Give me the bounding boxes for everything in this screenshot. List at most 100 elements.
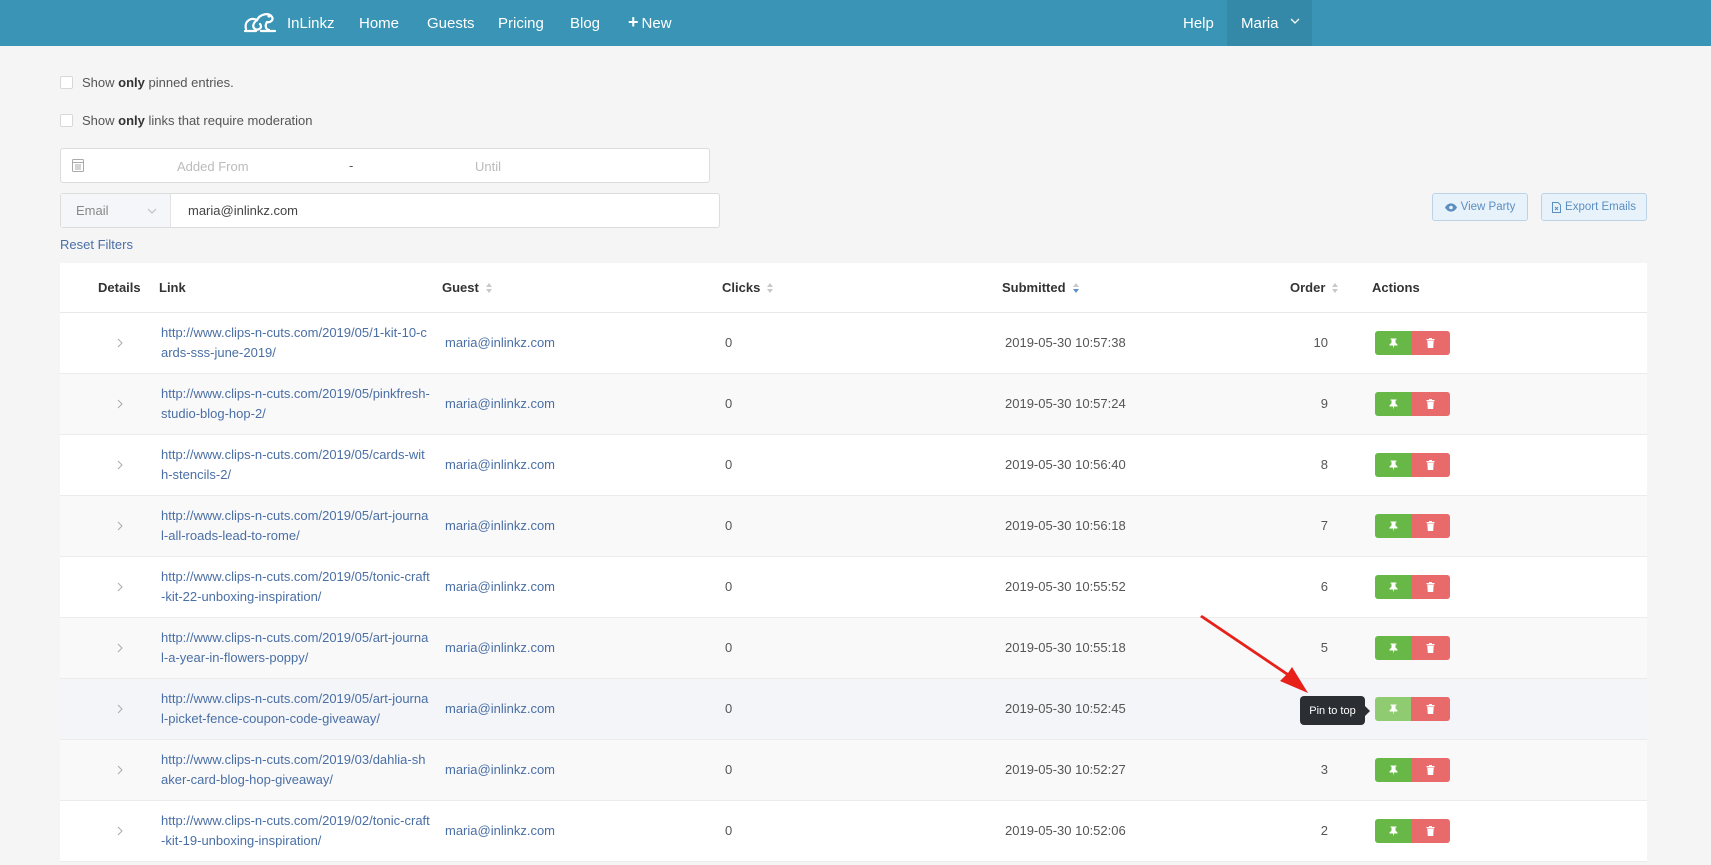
expand-details-chevron-icon[interactable]: [116, 459, 124, 471]
guest-email[interactable]: maria@inlinkz.com: [445, 701, 555, 716]
thumbtack-icon: [1389, 460, 1397, 470]
click-count: 0: [725, 823, 733, 838]
pinned-only-filter[interactable]: Show only pinned entries.: [60, 75, 234, 90]
entry-link[interactable]: http://www.clips-n-cuts.com/2019/05/toni…: [161, 567, 431, 607]
added-from-input[interactable]: Added From: [177, 159, 249, 174]
column-actions: Actions: [1372, 280, 1420, 295]
until-input[interactable]: Until: [475, 159, 501, 174]
user-menu-dropdown[interactable]: Maria: [1227, 0, 1312, 46]
date-range-picker[interactable]: Added From - Until: [60, 148, 710, 183]
expand-details-chevron-icon[interactable]: [116, 703, 124, 715]
brand-name[interactable]: InLinkz: [287, 15, 335, 32]
entry-link[interactable]: http://www.clips-n-cuts.com/2019/03/dahl…: [161, 750, 431, 790]
pin-to-top-button[interactable]: [1375, 514, 1411, 538]
click-count: 0: [725, 579, 733, 594]
nav-guests[interactable]: Guests: [427, 15, 475, 32]
delete-button[interactable]: [1411, 758, 1450, 782]
order-value: 7: [1320, 518, 1328, 533]
nav-pricing[interactable]: Pricing: [498, 15, 544, 32]
guest-email[interactable]: maria@inlinkz.com: [445, 457, 555, 472]
moderation-only-checkbox[interactable]: [60, 114, 73, 127]
moderation-only-label: Show only links that require moderation: [82, 113, 313, 128]
column-guest[interactable]: Guest: [442, 280, 493, 295]
trash-icon: [1426, 582, 1435, 592]
file-export-icon: [1552, 201, 1562, 213]
nav-new[interactable]: + New: [628, 12, 672, 32]
sort-icon: [767, 282, 774, 293]
nav-home[interactable]: Home: [359, 15, 399, 32]
delete-button[interactable]: [1411, 575, 1450, 599]
export-emails-label: Export Emails: [1565, 201, 1636, 213]
guest-email[interactable]: maria@inlinkz.com: [445, 579, 555, 594]
expand-details-chevron-icon[interactable]: [116, 398, 124, 410]
table-row: http://www.clips-n-cuts.com/2019/02/toni…: [60, 801, 1647, 862]
table-row: http://www.clips-n-cuts.com/2019/05/art-…: [60, 618, 1647, 679]
pin-to-top-button[interactable]: [1375, 453, 1411, 477]
pin-to-top-button[interactable]: [1375, 819, 1411, 843]
expand-details-chevron-icon[interactable]: [116, 764, 124, 776]
pin-to-top-button[interactable]: [1375, 758, 1411, 782]
view-party-button[interactable]: View Party: [1432, 193, 1528, 221]
trash-icon: [1426, 521, 1435, 531]
order-value: 6: [1320, 579, 1328, 594]
entry-link[interactable]: http://www.clips-n-cuts.com/2019/05/art-…: [161, 506, 431, 546]
pin-to-top-button[interactable]: [1375, 331, 1411, 355]
column-clicks[interactable]: Clicks: [722, 280, 774, 295]
expand-details-chevron-icon[interactable]: [116, 825, 124, 837]
reset-filters-link[interactable]: Reset Filters: [60, 237, 133, 252]
search-field-select[interactable]: Email: [61, 194, 171, 227]
user-name: Maria: [1241, 15, 1279, 32]
plus-icon: +: [628, 12, 639, 32]
pinned-only-label: Show only pinned entries.: [82, 75, 234, 90]
column-submitted-label: Submitted: [1002, 280, 1066, 295]
nav-help[interactable]: Help: [1183, 15, 1214, 32]
moderation-only-filter[interactable]: Show only links that require moderation: [60, 113, 313, 128]
guest-email[interactable]: maria@inlinkz.com: [445, 640, 555, 655]
expand-details-chevron-icon[interactable]: [116, 642, 124, 654]
delete-button[interactable]: [1411, 331, 1450, 355]
pin-to-top-button[interactable]: [1375, 392, 1411, 416]
inlinkz-frog-logo-icon[interactable]: [243, 9, 277, 35]
order-value: 10: [1313, 335, 1328, 350]
entry-link[interactable]: http://www.clips-n-cuts.com/2019/05/art-…: [161, 689, 431, 729]
delete-button[interactable]: [1411, 453, 1450, 477]
delete-button[interactable]: [1411, 636, 1450, 660]
delete-button[interactable]: [1411, 514, 1450, 538]
trash-icon: [1426, 399, 1435, 409]
export-emails-button[interactable]: Export Emails: [1541, 193, 1647, 221]
row-actions: [1375, 575, 1450, 599]
sort-icon: [485, 282, 492, 293]
table-row: http://www.clips-n-cuts.com/2019/05/art-…: [60, 496, 1647, 557]
guest-email[interactable]: maria@inlinkz.com: [445, 762, 555, 777]
pin-to-top-button[interactable]: [1375, 636, 1411, 660]
entry-link[interactable]: http://www.clips-n-cuts.com/2019/02/toni…: [161, 811, 431, 851]
column-submitted[interactable]: Submitted: [1002, 280, 1080, 295]
entry-link[interactable]: http://www.clips-n-cuts.com/2019/05/1-ki…: [161, 323, 431, 363]
guest-email[interactable]: maria@inlinkz.com: [445, 396, 555, 411]
guest-email[interactable]: maria@inlinkz.com: [445, 823, 555, 838]
view-party-label: View Party: [1460, 201, 1516, 213]
guest-email[interactable]: maria@inlinkz.com: [445, 518, 555, 533]
submitted-date: 2019-05-30 10:55:18: [1005, 640, 1126, 655]
delete-button[interactable]: [1411, 819, 1450, 843]
pin-to-top-button[interactable]: [1375, 697, 1411, 721]
expand-details-chevron-icon[interactable]: [116, 581, 124, 593]
pinned-only-checkbox[interactable]: [60, 76, 73, 89]
guest-email[interactable]: maria@inlinkz.com: [445, 335, 555, 350]
delete-button[interactable]: [1411, 392, 1450, 416]
column-order[interactable]: Order: [1290, 280, 1339, 295]
submitted-date: 2019-05-30 10:52:45: [1005, 701, 1126, 716]
email-search-input[interactable]: [171, 194, 719, 227]
thumbtack-icon: [1389, 582, 1397, 592]
pin-to-top-button[interactable]: [1375, 575, 1411, 599]
entry-link[interactable]: http://www.clips-n-cuts.com/2019/05/card…: [161, 445, 431, 485]
click-count: 0: [725, 396, 733, 411]
entry-link[interactable]: http://www.clips-n-cuts.com/2019/05/pink…: [161, 384, 431, 424]
delete-button[interactable]: [1411, 697, 1450, 721]
column-details: Details: [98, 280, 141, 295]
nav-new-label: New: [641, 15, 672, 32]
expand-details-chevron-icon[interactable]: [116, 337, 124, 349]
entry-link[interactable]: http://www.clips-n-cuts.com/2019/05/art-…: [161, 628, 431, 668]
expand-details-chevron-icon[interactable]: [116, 520, 124, 532]
nav-blog[interactable]: Blog: [570, 15, 600, 32]
